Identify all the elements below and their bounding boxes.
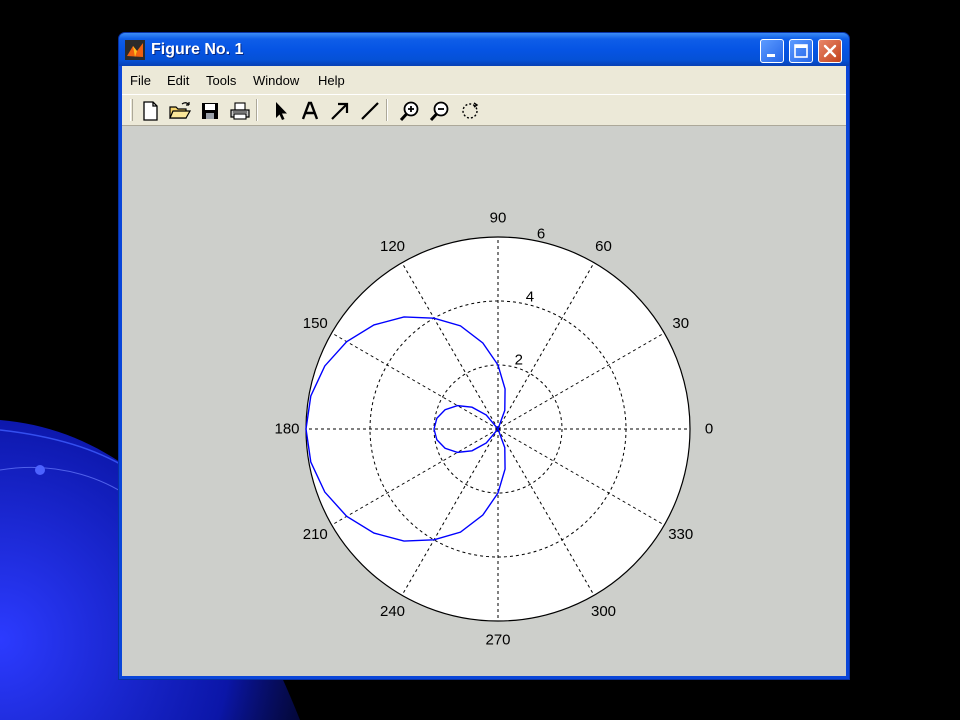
minimize-icon xyxy=(767,54,775,57)
minimize-button[interactable] xyxy=(760,39,784,63)
figure-toolbar xyxy=(122,94,846,126)
close-icon xyxy=(823,44,837,58)
radius-tick-label: 2 xyxy=(515,352,523,369)
polar-plot[interactable]: 0 30 60 90 120 150 180 210 240 270 300 330 2 4 6 xyxy=(122,126,848,708)
insert-text-icon xyxy=(301,101,319,120)
menu-file[interactable]: File xyxy=(130,73,151,88)
window-title: Figure No. 1 xyxy=(151,41,244,58)
open-file-button[interactable] xyxy=(168,99,192,123)
figure-client-area: File Edit Tools Window Help 0 30 60 90 1… xyxy=(122,66,846,676)
zoom-in-button[interactable] xyxy=(398,99,422,123)
save-icon xyxy=(202,103,218,119)
close-button[interactable] xyxy=(818,39,842,63)
edit-plot-button[interactable] xyxy=(268,99,292,123)
angle-tick-label: 270 xyxy=(485,632,510,649)
angle-tick-label: 30 xyxy=(672,315,689,332)
insert-text-button[interactable] xyxy=(298,99,322,123)
new-figure-icon xyxy=(143,101,158,121)
rotate-3d-icon xyxy=(462,102,479,119)
angle-tick-label: 0 xyxy=(705,421,713,438)
angle-tick-label: 120 xyxy=(380,238,405,255)
menu-window[interactable]: Window xyxy=(253,73,299,88)
angle-tick-label: 180 xyxy=(274,421,299,438)
insert-line-button[interactable] xyxy=(358,99,382,123)
zoom-in-icon xyxy=(399,101,419,122)
angle-tick-label: 330 xyxy=(668,526,693,543)
angle-tick-label: 300 xyxy=(591,603,616,620)
rotate-3d-button[interactable] xyxy=(458,99,482,123)
angle-tick-label: 150 xyxy=(303,315,328,332)
new-figure-button[interactable] xyxy=(138,99,162,123)
toolbar-separator xyxy=(256,99,258,121)
insert-arrow-icon xyxy=(331,102,349,120)
angle-tick-label: 90 xyxy=(490,210,507,227)
matlab-icon xyxy=(125,40,145,60)
menu-tools[interactable]: Tools xyxy=(206,73,236,88)
open-file-icon xyxy=(169,102,192,119)
plot-area: 0 30 60 90 120 150 180 210 240 270 300 330 2 4 6 xyxy=(122,126,846,676)
toolbar-grip[interactable] xyxy=(130,99,133,121)
figure-window: Figure No. 1 File Edit Tools Window Help xyxy=(118,32,850,680)
print-icon xyxy=(230,102,250,120)
zoom-out-icon xyxy=(429,101,449,122)
insert-line-icon xyxy=(361,102,379,120)
menu-help[interactable]: Help xyxy=(318,73,345,88)
toolbar-separator xyxy=(386,99,388,121)
zoom-out-button[interactable] xyxy=(428,99,452,123)
angle-tick-label: 240 xyxy=(380,603,405,620)
insert-arrow-button[interactable] xyxy=(328,99,352,123)
maximize-button[interactable] xyxy=(789,39,813,63)
edit-plot-arrow-icon xyxy=(276,102,287,120)
print-button[interactable] xyxy=(228,99,252,123)
angle-tick-label: 210 xyxy=(303,526,328,543)
maximize-icon xyxy=(794,44,808,58)
angle-tick-label: 60 xyxy=(595,238,612,255)
title-bar[interactable]: Figure No. 1 xyxy=(119,33,849,66)
save-button[interactable] xyxy=(198,99,222,123)
menu-bar: File Edit Tools Window Help xyxy=(122,66,846,94)
radius-tick-label: 4 xyxy=(526,289,534,306)
menu-edit[interactable]: Edit xyxy=(167,73,189,88)
radius-tick-label: 6 xyxy=(537,226,545,243)
